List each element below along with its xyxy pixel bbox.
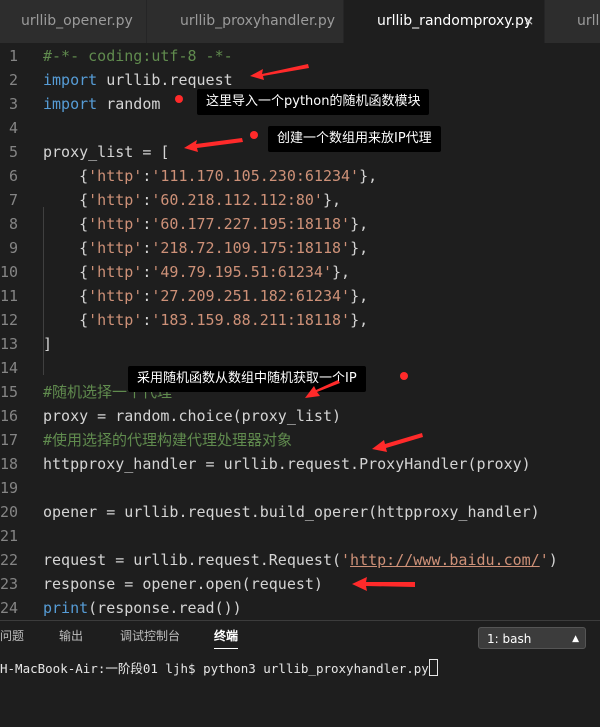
line-text: {'http':'27.209.251.182:61234'},: [43, 287, 369, 305]
code-line[interactable]: 6 {'http':'111.170.105.230:61234'},: [0, 164, 600, 188]
line-number: 16: [0, 407, 19, 425]
editor-tab-bar: urllib_opener.py urllib_proxyhandler.py …: [0, 0, 600, 43]
line-text: {'http':'111.170.105.230:61234'},: [43, 167, 378, 185]
annotation-random-choice: 采用随机函数从数组中随机获取一个IP: [128, 366, 366, 392]
code-line[interactable]: 16 proxy = random.choice(proxy_list): [0, 404, 600, 428]
line-number: 7: [8, 191, 18, 209]
line-number: 23: [0, 575, 19, 593]
bottom-panel: 问题 输出 调试控制台 终端 1: bash ▲ H-MacBook-Air:一…: [0, 620, 600, 727]
line-number: 1: [8, 47, 18, 65]
code-line[interactable]: 10 {'http':'49.79.195.51:61234'},: [0, 260, 600, 284]
line-text: httpproxy_handler = urllib.request.Proxy…: [43, 455, 531, 473]
tab-label: urllib_opener.py: [21, 13, 133, 29]
line-text: {'http':'218.72.109.175:18118'},: [43, 239, 369, 257]
line-number: 19: [0, 479, 19, 497]
chevron-updown-icon: ▲: [572, 634, 579, 644]
line-number: 8: [8, 215, 18, 233]
code-line[interactable]: 24 print(response.read()): [0, 596, 600, 620]
annotation-dot: [400, 372, 408, 380]
tab-urllib-proxyhandler[interactable]: urllib_proxyhandler.py: [147, 0, 343, 43]
line-number: 10: [0, 263, 19, 281]
code-line[interactable]: 18 httpproxy_handler = urllib.request.Pro…: [0, 452, 600, 476]
line-text: ]: [43, 335, 53, 353]
line-number: 20: [0, 503, 19, 521]
code-line[interactable]: 22 request = urllib.request.Request('http…: [0, 548, 600, 572]
line-number: 2: [8, 71, 18, 89]
tab-label: urllib_randomproxy.py: [377, 13, 533, 29]
line-text: #使用选择的代理构建代理处理器对象: [43, 431, 293, 449]
line-number: 24: [0, 599, 19, 617]
code-line[interactable]: 8 {'http':'60.177.227.195:18118'},: [0, 212, 600, 236]
code-line[interactable]: 20 opener = urllib.request.build_operer(h…: [0, 500, 600, 524]
code-line[interactable]: 23 response = opener.open(request): [0, 572, 600, 596]
tab-terminal[interactable]: 终端: [214, 628, 239, 649]
code-line[interactable]: 21: [0, 524, 600, 548]
line-number: 21: [0, 527, 19, 545]
line-text: #-*- coding:utf-8 -*-: [43, 47, 233, 65]
tab-label: urllib: [577, 13, 600, 29]
tab-output[interactable]: 输出: [59, 628, 83, 644]
line-number: 14: [0, 359, 19, 377]
line-text: {'http':'183.159.88.211:18118'},: [43, 311, 369, 329]
code-line[interactable]: 11 {'http':'27.209.251.182:61234'},: [0, 284, 600, 308]
line-text: response = opener.open(request): [43, 575, 323, 593]
line-number: 13: [0, 335, 19, 353]
terminal-select[interactable]: 1: bash ▲: [478, 627, 586, 649]
line-number: 18: [0, 455, 19, 473]
line-text: {'http':'60.177.227.195:18118'},: [43, 215, 369, 233]
line-number: 3: [8, 95, 18, 113]
line-number: 12: [0, 311, 19, 329]
line-text: opener = urllib.request.build_operer(htt…: [43, 503, 540, 521]
line-number: 11: [0, 287, 19, 305]
terminal-output[interactable]: H-MacBook-Air:一阶段01 ljh$ python3 urllib_…: [0, 659, 438, 679]
tab-problems[interactable]: 问题: [0, 628, 24, 644]
line-text: request = urllib.request.Request('http:/…: [43, 551, 558, 569]
tab-urllib-overflow[interactable]: urllib: [545, 0, 600, 43]
line-text: proxy = random.choice(proxy_list): [43, 407, 342, 425]
tab-urllib-randomproxy[interactable]: urllib_randomproxy.py ×: [344, 0, 544, 43]
code-line[interactable]: 17 #使用选择的代理构建代理处理器对象: [0, 428, 600, 452]
line-number: 17: [0, 431, 19, 449]
tab-label: urllib_proxyhandler.py: [180, 13, 336, 29]
close-icon[interactable]: ×: [524, 0, 534, 43]
tab-debug-console[interactable]: 调试控制台: [120, 628, 180, 644]
annotation-dot: [250, 131, 258, 139]
line-number: 9: [8, 239, 18, 257]
terminal-select-value: 1: bash: [487, 632, 532, 646]
code-line[interactable]: 19: [0, 476, 600, 500]
code-line[interactable]: 13]: [0, 332, 600, 356]
line-text: {'http':'60.218.112.112:80'},: [43, 191, 342, 209]
line-text: print(response.read()): [43, 599, 242, 617]
terminal-cursor: [428, 659, 438, 676]
line-number: 4: [8, 119, 18, 137]
annotation-proxy-list: 创建一个数组用来放IP代理: [268, 126, 441, 152]
annotation-dot: [175, 95, 183, 103]
code-line[interactable]: 7 {'http':'60.218.112.112:80'},: [0, 188, 600, 212]
line-number: 22: [0, 551, 19, 569]
line-number: 6: [8, 167, 18, 185]
line-text: {'http':'49.79.195.51:61234'},: [43, 263, 351, 281]
tab-urllib-opener[interactable]: urllib_opener.py: [0, 0, 146, 43]
code-line[interactable]: 12 {'http':'183.159.88.211:18118'},: [0, 308, 600, 332]
annotation-import-random: 这里导入一个python的随机函数模块: [197, 89, 430, 115]
line-number: 15: [0, 383, 19, 401]
line-text: proxy_list = [: [43, 143, 170, 161]
terminal-command-line: H-MacBook-Air:一阶段01 ljh$ python3 urllib_…: [0, 661, 429, 676]
code-line[interactable]: 9 {'http':'218.72.109.175:18118'},: [0, 236, 600, 260]
line-number: 5: [8, 143, 18, 161]
code-line[interactable]: 1 #-*- coding:utf-8 -*-: [0, 44, 600, 68]
line-text: import random: [43, 95, 161, 113]
